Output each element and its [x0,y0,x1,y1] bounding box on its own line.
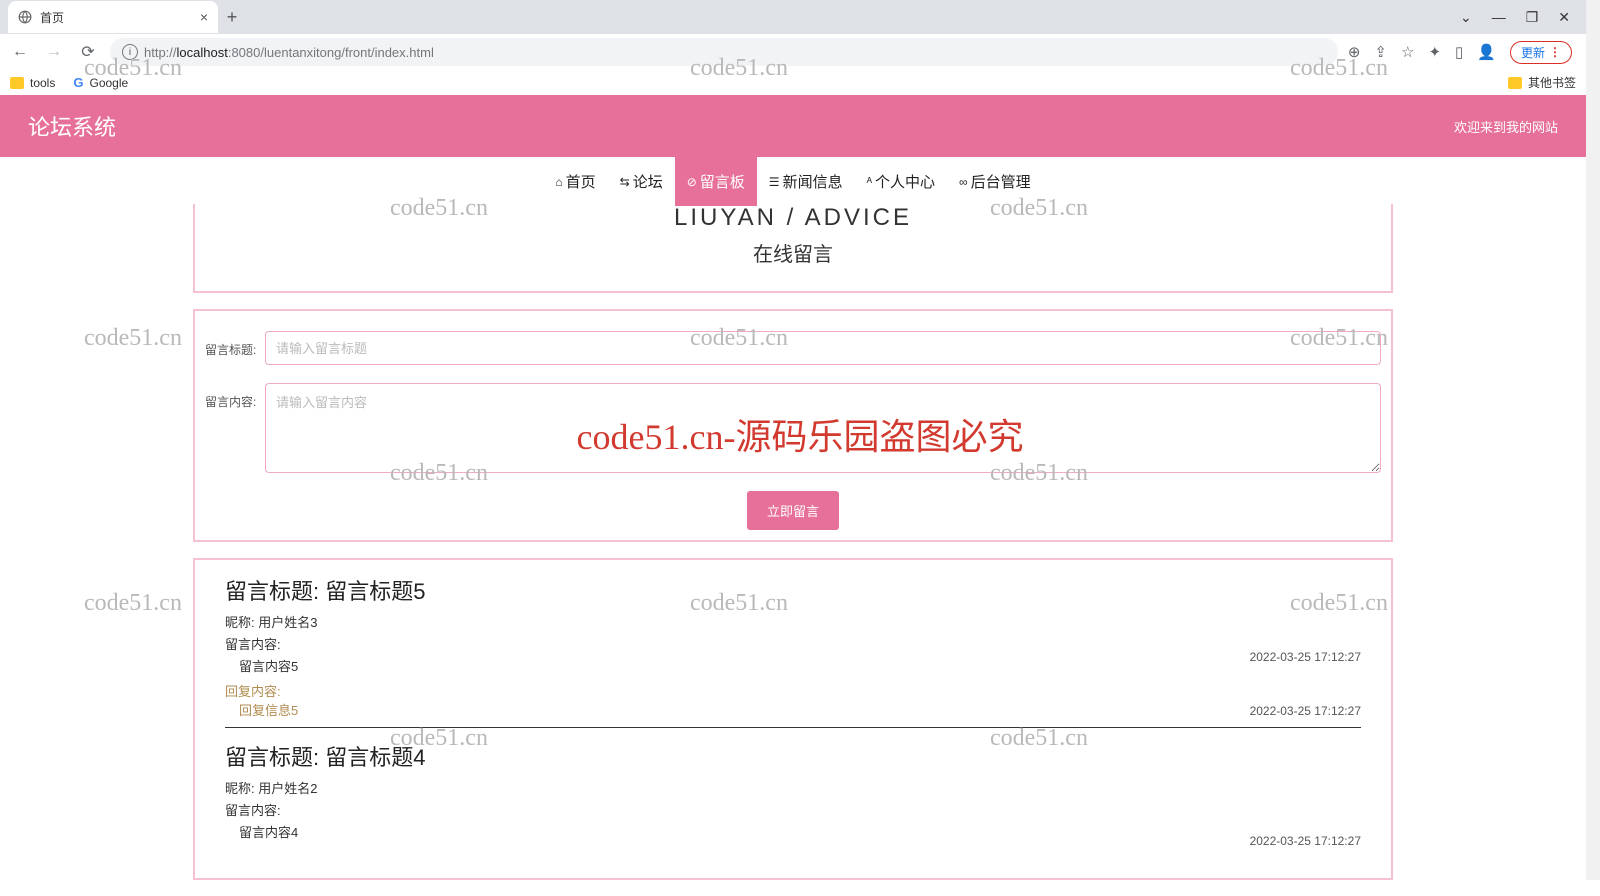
message-content-label: 留言内容: [225,800,1361,819]
submit-button[interactable]: 立即留言 [747,491,839,530]
section-en-title: LIUYAN / ADVICE [195,204,1391,232]
maximize-icon[interactable]: ❐ [1526,9,1539,26]
message-item: 留言标题: 留言标题5 昵称: 用户姓名3 留言内容: 留言内容5 回复内容: … [225,574,1361,728]
nav-bar: ⌂首页 ⇆论坛 ⊘留言板 ☰新闻信息 ᴬ个人中心 ∞后台管理 [0,157,1586,206]
star-icon[interactable]: ☆ [1401,43,1414,61]
nav-message-board[interactable]: ⊘留言板 [675,157,757,206]
browser-chrome: 首页 × + ⌄ — ❐ ✕ ← → ⟳ i http://localhost:… [0,0,1586,95]
messages-panel: 留言标题: 留言标题5 昵称: 用户姓名3 留言内容: 留言内容5 回复内容: … [193,558,1393,880]
bookmark-tools[interactable]: tools [10,76,55,90]
forum-icon: ⇆ [620,175,630,189]
link-icon: ∞ [959,175,968,189]
side-panel-icon[interactable]: ▯ [1455,43,1463,61]
folder-icon [10,77,24,89]
tab-bar: 首页 × + ⌄ — ❐ ✕ [0,0,1586,34]
bookmark-google[interactable]: GGoogle [73,75,128,90]
title-input[interactable] [265,331,1381,365]
folder-icon [1508,77,1522,89]
section-cn-title: 在线留言 [195,238,1391,267]
globe-icon [18,10,32,24]
message-nick: 昵称: 用户姓名3 [225,612,1361,631]
browser-tab[interactable]: 首页 × [8,1,218,33]
zoom-icon[interactable]: ⊕ [1348,43,1361,61]
message-content-value: 留言内容4 [225,822,1361,841]
nav-profile[interactable]: ᴬ个人中心 [855,157,947,206]
content-textarea[interactable] [265,383,1381,473]
site-info-icon[interactable]: i [122,44,138,60]
address-bar: ← → ⟳ i http://localhost:8080/luentanxit… [0,34,1586,70]
new-tab-button[interactable]: + [218,3,246,31]
minimize-icon[interactable]: — [1492,9,1506,25]
message-nick: 昵称: 用户姓名2 [225,778,1361,797]
app-header: 论坛系统 欢迎来到我的网站 [0,95,1586,157]
close-icon[interactable]: × [200,9,208,25]
message-item: 留言标题: 留言标题4 昵称: 用户姓名2 留言内容: 留言内容4 2022-0… [225,740,1361,852]
message-form-panel: 留言标题: 留言内容: 立即留言 [193,309,1393,542]
update-button[interactable]: 更新⋮ [1510,41,1572,64]
title-label: 留言标题: [205,331,265,358]
bookmark-other[interactable]: 其他书签 [1508,74,1576,91]
share-icon[interactable]: ⇪ [1374,43,1387,61]
nav-home[interactable]: ⌂首页 [543,157,607,206]
url-input[interactable]: i http://localhost:8080/luentanxitong/fr… [110,38,1338,66]
forward-icon[interactable]: → [42,40,66,64]
back-icon[interactable]: ← [8,40,32,64]
bookmark-bar: tools GGoogle 其他书签 [0,70,1586,95]
nav-forum[interactable]: ⇆论坛 [608,157,675,206]
profile-icon[interactable]: 👤 [1477,43,1496,61]
home-icon: ⌂ [555,175,562,189]
list-icon: ☰ [769,175,780,189]
welcome-text: 欢迎来到我的网站 [1454,117,1558,136]
nav-news[interactable]: ☰新闻信息 [757,157,855,206]
chevron-down-icon[interactable]: ⌄ [1460,9,1472,26]
message-title: 留言标题: 留言标题5 [225,574,1361,606]
reply-value: 回复信息5 [225,700,1361,719]
message-title: 留言标题: 留言标题4 [225,740,1361,772]
close-window-icon[interactable]: ✕ [1558,9,1570,26]
app-title: 论坛系统 [28,110,116,142]
window-controls: ⌄ — ❐ ✕ [1460,0,1586,34]
extensions-icon[interactable]: ✦ [1428,43,1441,61]
message-content-value: 留言内容5 [225,656,1361,675]
tab-title: 首页 [40,9,64,26]
main-content: LIUYAN / ADVICE 在线留言 留言标题: 留言内容: 立即留言 留言… [193,204,1393,880]
content-label: 留言内容: [205,383,265,410]
tag-icon: ⊘ [687,175,697,189]
nav-admin[interactable]: ∞后台管理 [947,157,1043,206]
reload-icon[interactable]: ⟳ [76,40,100,64]
message-time: 2022-03-25 17:12:27 [1250,650,1361,664]
message-time: 2022-03-25 17:12:27 [1250,834,1361,848]
reply-time: 2022-03-25 17:12:27 [1250,704,1361,718]
section-header-panel: LIUYAN / ADVICE 在线留言 [193,204,1393,293]
user-icon: ᴬ [867,175,872,189]
message-content-label: 留言内容: [225,634,1361,653]
reply-label: 回复内容: [225,681,1361,700]
